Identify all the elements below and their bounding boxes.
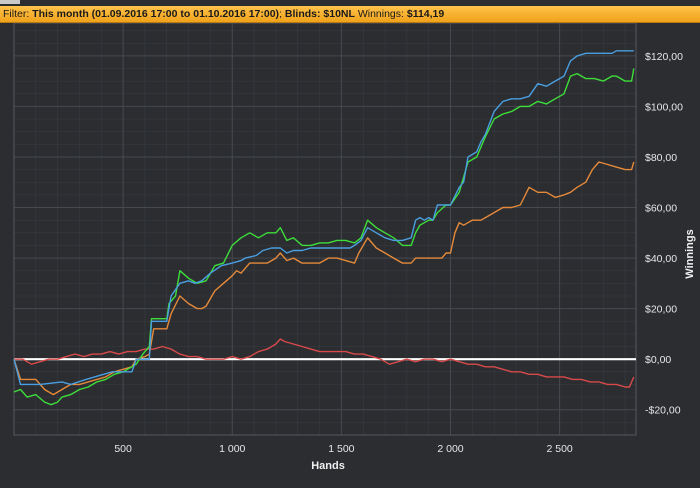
y-tick-label: $20,00 — [645, 304, 677, 316]
series-line-blue — [13, 50, 634, 386]
x-tick-label: 1 500 — [328, 443, 354, 455]
y-tick-label: $60,00 — [645, 203, 677, 215]
series-layer — [13, 50, 635, 406]
filter-blinds-label: Blinds: — [284, 8, 324, 20]
x-tick-label: 1 000 — [219, 443, 245, 455]
filter-winnings-label: Winnings: — [354, 8, 407, 20]
filter-blinds-value: $10NL — [323, 8, 355, 20]
y-tick-label: -$20,00 — [645, 405, 681, 417]
x-tick-labels: 500 1 000 1 500 2 000 2 500 — [114, 443, 573, 455]
y-tick-label: $100,00 — [645, 101, 683, 113]
x-tick-label: 2 000 — [437, 443, 463, 455]
y-tick-label: $80,00 — [645, 152, 677, 164]
x-tick-label: 500 — [114, 443, 132, 455]
filter-bar: Filter: This month (01.09.2016 17:00 to … — [0, 6, 700, 23]
winnings-chart: $120,00 $100,00 $80,00 $60,00 $40,00 $20,00 $0… — [13, 23, 696, 472]
y-axis-title: Winnings — [684, 229, 696, 278]
y-tick-label: $40,00 — [645, 253, 677, 265]
x-tick-label: 2 500 — [546, 443, 572, 455]
y-tick-labels: $120,00 $100,00 $80,00 $60,00 $40,00 $20,00 $0… — [645, 51, 683, 417]
y-tick-label: $120,00 — [645, 51, 683, 63]
filter-winnings-value: $114,19 — [406, 8, 445, 20]
filter-prefix: Filter: — [3, 8, 33, 20]
y-tick-label: $0,00 — [645, 354, 671, 366]
window-tab-stub — [0, 0, 20, 4]
series-line-red — [14, 338, 635, 388]
x-axis-title: Hands — [311, 460, 345, 472]
filter-range: This month (01.09.2016 17:00 to 01.10.20… — [32, 8, 280, 20]
